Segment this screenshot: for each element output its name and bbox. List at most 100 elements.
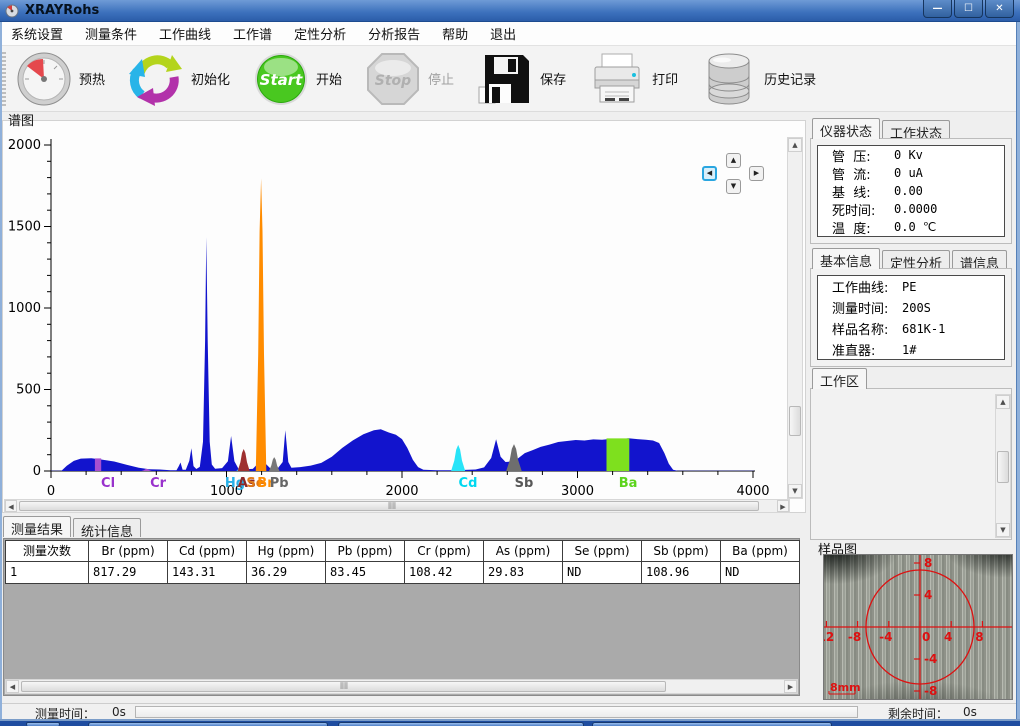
os-taskbar[interactable] — [0, 721, 1020, 726]
info-value: 0.0 ℃ — [894, 220, 936, 234]
scroll-left-arrow[interactable]: ◀ — [6, 680, 19, 693]
start-icon: Start — [253, 51, 309, 107]
table-cell: 1 — [5, 562, 89, 584]
toolbar-history-button[interactable]: 历史记录 — [697, 49, 826, 109]
scroll-up-arrow[interactable]: ▲ — [788, 138, 802, 152]
database-icon — [701, 51, 757, 107]
workspace-scrollbar[interactable]: ▲ ▼ — [995, 394, 1011, 538]
svg-text:500: 500 — [16, 383, 41, 398]
info-label: 样品名称: — [818, 319, 902, 338]
start-orb[interactable] — [26, 722, 60, 726]
info-row-2: 样品名称:681K-1 — [818, 318, 1004, 339]
menu-item-7[interactable]: 退出 — [479, 21, 527, 46]
overlay-As — [238, 449, 250, 471]
info-row-0: 工作曲线:PE — [818, 276, 1004, 297]
printer-icon — [589, 51, 645, 107]
toolbar-start-button[interactable]: Start开始 — [249, 49, 352, 109]
tab-info-0[interactable]: 基本信息 — [812, 248, 880, 269]
svg-text:8: 8 — [924, 556, 932, 570]
basic-info-panel: 工作曲线:PE测量时间:200S样品名称:681K-1准直器:1# — [810, 268, 1012, 367]
scroll-up-arrow[interactable]: ▲ — [996, 395, 1010, 409]
column-header-Hg: Hg (ppm) — [247, 540, 326, 562]
menu-item-0[interactable]: 系统设置 — [0, 21, 74, 46]
sample-camera-view: -12-8-448084-4-88mm — [823, 554, 1013, 700]
pan-left-button[interactable]: ◀ — [702, 166, 717, 181]
info-label: 测量时间: — [818, 298, 902, 317]
status-bar: 测量时间： 0s 剩余时间： 0s — [0, 703, 1020, 719]
results-horizontal-scrollbar[interactable]: ◀ ⦀⦀ ▶ — [5, 679, 798, 694]
scroll-right-arrow[interactable]: ▶ — [784, 680, 797, 693]
info-label: 死时间: — [818, 200, 894, 219]
svg-text:4: 4 — [944, 630, 952, 644]
scroll-left-arrow[interactable]: ◀ — [5, 500, 17, 512]
info-label: 管 流: — [818, 164, 894, 183]
info-value: 200S — [902, 301, 931, 315]
chart-horizontal-scrollbar[interactable]: ◀ ⦀⦀ ▶ — [4, 499, 790, 513]
table-cell: 29.83 — [484, 562, 563, 584]
tab-workspace[interactable]: 工作区 — [812, 368, 867, 389]
chart-vertical-scrollbar[interactable]: ▲ ▼ — [787, 137, 803, 499]
element-label-Cr: Cr — [150, 476, 167, 491]
table-row[interactable]: 1817.29143.3136.2983.45108.4229.83ND108.… — [5, 562, 800, 584]
tab-results-0[interactable]: 测量结果 — [3, 516, 71, 537]
info-row-3: 准直器:1# — [818, 339, 1004, 360]
taskbar-button[interactable] — [88, 722, 328, 726]
spectrum-chart-panel: 050010001500200001000200030004000ClCrHgA… — [2, 120, 806, 513]
column-header-Cd: Cd (ppm) — [168, 540, 247, 562]
toolbar-stop-button[interactable]: Stop停止 — [361, 49, 464, 109]
toolbar-save-button[interactable]: 保存 — [473, 49, 576, 109]
menu-item-3[interactable]: 工作谱 — [222, 21, 283, 46]
scroll-down-arrow[interactable]: ▼ — [788, 484, 802, 498]
tab-instrument-0[interactable]: 仪器状态 — [812, 118, 880, 139]
vertical-scroll-thumb[interactable] — [789, 406, 801, 436]
svg-text:4: 4 — [924, 588, 932, 602]
column-header-Br: Br (ppm) — [89, 540, 168, 562]
toolbar-preheat-button[interactable]: 预热 — [12, 49, 115, 109]
info-value: PE — [902, 280, 916, 294]
toolbar-label: 历史记录 — [764, 69, 816, 88]
menu-item-5[interactable]: 分析报告 — [357, 21, 431, 46]
info-row-1: 测量时间:200S — [818, 297, 1004, 318]
menu-item-6[interactable]: 帮助 — [431, 21, 479, 46]
scroll-right-arrow[interactable]: ▶ — [777, 500, 789, 512]
table-cell: 143.31 — [168, 562, 247, 584]
workspace-scroll-thumb[interactable] — [997, 451, 1009, 483]
toolbar-initialize-button[interactable]: 初始化 — [124, 49, 240, 109]
tab-info-2[interactable]: 谱信息 — [952, 250, 1007, 269]
toolbar-print-button[interactable]: 打印 — [585, 49, 688, 109]
maximize-button[interactable]: ☐ — [954, 0, 983, 18]
svg-text:-12: -12 — [824, 630, 834, 644]
taskbar-button[interactable] — [592, 722, 832, 726]
instrument-status-tabs: 仪器状态工作状态 — [812, 118, 952, 139]
tab-instrument-1[interactable]: 工作状态 — [882, 120, 950, 139]
menu-item-1[interactable]: 测量条件 — [74, 21, 148, 46]
toolbar-label: 初始化 — [191, 69, 230, 88]
svg-text:0: 0 — [922, 630, 930, 644]
workspace-panel: 测塑料中Cl测钢铁中CrCdPbHg测有色金属中CrCdPbHg测焊锡中CrCd… — [810, 388, 1012, 540]
titlebar[interactable]: XRAYRohs — ☐ ✕ — [0, 0, 1020, 22]
info-value: 0 uA — [894, 166, 923, 180]
scroll-down-arrow[interactable]: ▼ — [996, 523, 1010, 537]
minimize-button[interactable]: — — [923, 0, 952, 18]
close-button[interactable]: ✕ — [985, 0, 1014, 18]
tab-results-1[interactable]: 统计信息 — [73, 518, 141, 537]
tab-info-1[interactable]: 定性分析 — [882, 250, 950, 269]
toolbar-gripper[interactable] — [2, 52, 6, 106]
info-value: 0 Kv — [894, 148, 923, 162]
svg-text:-8: -8 — [924, 684, 937, 698]
column-header-As: As (ppm) — [484, 540, 563, 562]
app-icon — [5, 4, 19, 18]
menu-item-2[interactable]: 工作曲线 — [148, 21, 222, 46]
horizontal-scroll-thumb[interactable]: ⦀⦀ — [19, 501, 759, 511]
floppy-icon — [477, 51, 533, 107]
svg-text:1500: 1500 — [8, 220, 41, 235]
taskbar-button[interactable] — [338, 722, 584, 726]
menu-item-4[interactable]: 定性分析 — [283, 21, 357, 46]
spectrum-plot[interactable]: 050010001500200001000200030004000ClCrHgA… — [3, 121, 805, 499]
pan-up-button[interactable]: ▲ — [726, 153, 741, 168]
pan-down-button[interactable]: ▼ — [726, 179, 741, 194]
results-scroll-thumb[interactable]: ⦀⦀ — [21, 681, 666, 692]
svg-text:3000: 3000 — [561, 484, 594, 499]
info-label: 基 线: — [818, 182, 894, 201]
pan-right-button[interactable]: ▶ — [749, 166, 764, 181]
